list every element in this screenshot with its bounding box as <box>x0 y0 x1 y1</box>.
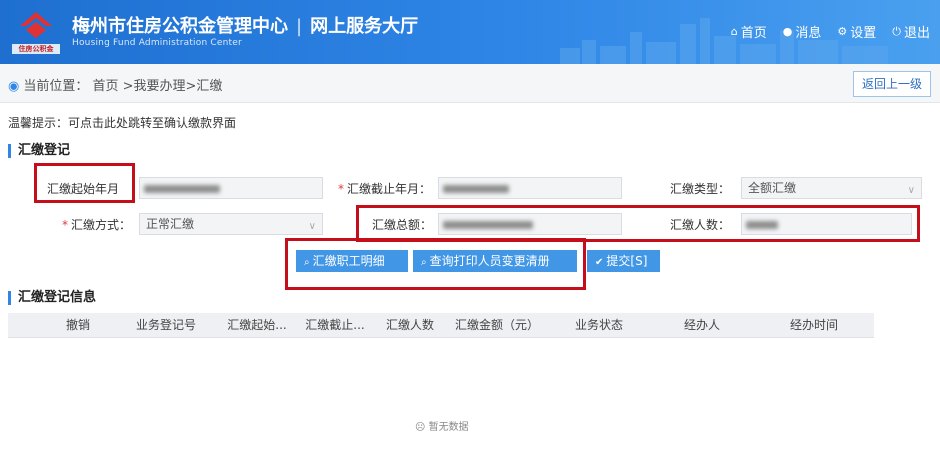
power-icon: ⏻ <box>892 24 901 38</box>
detail-button-label: 汇缴职工明细 <box>312 254 385 268</box>
search-icon: ⌕ <box>421 257 427 268</box>
nav-logout[interactable]: ⏻ 退出 <box>892 22 930 42</box>
title-divider: | <box>296 16 303 37</box>
submit-button-label: 提交[S] <box>606 254 648 268</box>
gear-icon: ⚙ <box>837 25 848 38</box>
column-header[interactable]: 汇缴截止... <box>296 313 374 337</box>
table-header: 撤销 业务登记号 汇缴起始... 汇缴截止... 汇缴人数 汇缴金额（元） 业务… <box>8 313 874 338</box>
required-mark: * <box>62 218 68 232</box>
start-month-input[interactable] <box>139 177 323 199</box>
redacted-value <box>144 185 220 193</box>
top-nav: ⌂ 首页 ● 消息 ⚙ 设置 ⏻ 退出 <box>731 22 930 42</box>
redacted-value <box>746 221 778 229</box>
start-month-label: 汇缴起始年月 <box>47 182 120 196</box>
home-icon: ⌂ <box>730 25 738 38</box>
column-header[interactable]: 汇缴人数 <box>374 313 446 337</box>
nav-messages[interactable]: ● 消息 <box>783 22 822 41</box>
breadcrumb-path[interactable]: 首页 >我要办理>汇缴 <box>93 79 223 94</box>
method-select-value: 正常汇缴 <box>146 217 195 231</box>
empty-icon: ☹ <box>415 422 426 433</box>
app-header: 住房公积金 梅州市住房公积金管理中心 | 网上服务大厅 Housing Fund A… <box>0 0 940 64</box>
breadcrumb-bar: ◉ 当前位置： 首页 >我要办理>汇缴 返回上一级 <box>0 64 940 103</box>
people-count-input[interactable] <box>741 213 912 235</box>
column-header[interactable]: 撤销 <box>42 313 114 337</box>
table-header-spacer <box>8 313 42 337</box>
type-select-value: 全额汇缴 <box>748 181 797 195</box>
center-name: 梅州市住房公积金管理中心 <box>72 16 288 37</box>
end-month-label: * 汇缴截止年月： <box>338 180 431 197</box>
empty-state-text: 暂无数据 <box>428 422 469 433</box>
total-amount-label: 汇缴总额： <box>372 218 433 232</box>
redacted-value <box>443 185 509 193</box>
hall-name: 网上服务大厅 <box>310 16 419 37</box>
people-count-label: 汇缴人数： <box>670 218 731 232</box>
type-label: 汇缴类型： <box>670 182 731 196</box>
column-header[interactable]: 经办人 <box>650 313 754 337</box>
chevron-down-icon: ∨ <box>907 185 915 196</box>
print-changes-button[interactable]: ⌕ 查询打印人员变更清册 <box>413 250 577 272</box>
nav-settings-label: 设置 <box>850 26 877 41</box>
method-label-text: 汇缴方式： <box>71 218 132 232</box>
back-button[interactable]: 返回上一级 <box>853 71 931 97</box>
checkmark-icon: ✔ <box>595 257 604 268</box>
chevron-down-icon: ∨ <box>308 221 316 232</box>
message-icon: ● <box>782 25 793 38</box>
nav-settings[interactable]: ⚙ 设置 <box>837 22 876 41</box>
type-select[interactable]: 全额汇缴 ∨ <box>741 177 922 199</box>
breadcrumb-prefix: 当前位置： <box>23 79 89 94</box>
redacted-value <box>443 221 533 229</box>
submit-button[interactable]: ✔ 提交[S] <box>587 250 660 272</box>
method-select[interactable]: 正常汇缴 ∨ <box>139 213 323 235</box>
column-header[interactable]: 经办时间 <box>754 313 874 337</box>
print-changes-button-label: 查询打印人员变更清册 <box>429 254 550 268</box>
end-month-input[interactable] <box>438 177 622 199</box>
info-section-title: 汇缴登记信息 <box>8 291 96 305</box>
end-month-label-text: 汇缴截止年月： <box>347 182 432 196</box>
breadcrumb: ◉ 当前位置： 首页 >我要办理>汇缴 <box>8 75 222 94</box>
method-label: * 汇缴方式： <box>62 216 131 233</box>
site-english-subtitle: Housing Fund Administration Center <box>72 38 242 48</box>
logo-caption: 住房公积金 <box>18 45 54 53</box>
search-icon: ⌕ <box>304 257 310 268</box>
column-header[interactable]: 汇缴金额（元） <box>446 313 548 337</box>
site-title: 梅州市住房公积金管理中心 | 网上服务大厅 <box>72 12 418 38</box>
nav-home[interactable]: ⌂ 首页 <box>731 22 767 41</box>
location-pin-icon: ◉ <box>8 79 20 94</box>
total-amount-input[interactable] <box>438 213 622 235</box>
empty-state: ☹ 暂无数据 <box>415 418 469 433</box>
register-section-title: 汇缴登记 <box>8 144 70 158</box>
column-header[interactable]: 汇缴起始... <box>218 313 296 337</box>
nav-home-label: 首页 <box>740 26 767 41</box>
hint-link[interactable]: 温馨提示：可点击此处跳转至确认缴款界面 <box>8 114 236 131</box>
nav-messages-label: 消息 <box>795 26 822 41</box>
column-header[interactable]: 业务状态 <box>548 313 650 337</box>
column-header[interactable]: 业务登记号 <box>114 313 218 337</box>
detail-button[interactable]: ⌕ 汇缴职工明细 <box>296 250 408 272</box>
required-mark: * <box>338 182 344 196</box>
nav-logout-label: 退出 <box>903 26 930 41</box>
